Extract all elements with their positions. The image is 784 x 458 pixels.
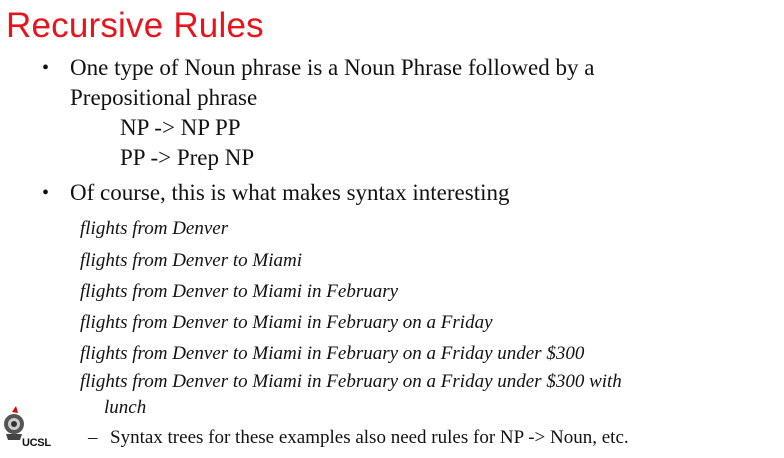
bullet-1-line-2: Prepositional phrase xyxy=(70,85,258,110)
sub-bullet-text: Syntax trees for these examples also nee… xyxy=(110,427,629,448)
bullet-2-line: Of course, this is what makes syntax int… xyxy=(70,180,510,205)
example-phrase: flights from Denver xyxy=(80,218,229,239)
example-phrase: flights from Denver to Miami in February… xyxy=(80,371,622,392)
example-phrase: flights from Denver to Miami in February xyxy=(80,281,399,302)
example-phrase-continuation: lunch xyxy=(104,397,147,418)
grammar-rule-pp: PP -> Prep NP xyxy=(120,145,255,170)
example-phrase: flights from Denver to Miami xyxy=(80,250,302,271)
logo-label: UCSL xyxy=(22,437,51,449)
sub-bullet-marker: – xyxy=(88,427,98,448)
example-phrase: flights from Denver to Miami in February… xyxy=(80,312,493,333)
bullet-1-line-1: One type of Noun phrase is a Noun Phrase… xyxy=(70,55,595,80)
example-phrase: flights from Denver to Miami in February… xyxy=(80,343,585,364)
grammar-rule-np: NP -> NP PP xyxy=(120,115,241,140)
bullet-marker: • xyxy=(42,57,50,79)
slide-title: Recursive Rules xyxy=(6,6,264,45)
bullet-marker: • xyxy=(42,182,50,204)
